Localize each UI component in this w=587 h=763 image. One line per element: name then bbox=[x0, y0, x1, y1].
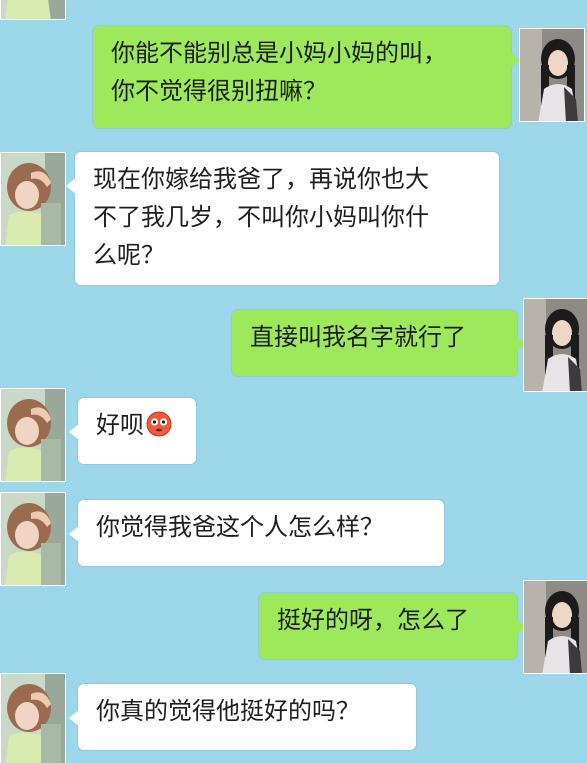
message-bubble-incoming[interactable]: 好呗 bbox=[69, 398, 196, 464]
message-bubble-outgoing[interactable]: 挺好的呀，怎么了 bbox=[259, 593, 526, 659]
message-bubble-outgoing[interactable]: 直接叫我名字就行了 bbox=[232, 310, 526, 376]
message-bubble-incoming[interactable]: 你觉得我爸这个人怎么样？ bbox=[69, 500, 444, 566]
avatar-contact[interactable] bbox=[0, 492, 66, 586]
message-bubble-incoming[interactable]: 你真的觉得他挺好的吗？ bbox=[69, 684, 416, 750]
avatar-contact[interactable] bbox=[0, 388, 66, 482]
avatar-self[interactable] bbox=[523, 298, 587, 392]
chat-conversation: 你能不能别总是小妈小妈的叫， 你不觉得很别扭嘛？ 现在你嫁给我爸了，再说你也大 … bbox=[0, 0, 587, 763]
message-text: 好呗 bbox=[96, 411, 144, 439]
message-bubble-outgoing[interactable]: 你能不能别总是小妈小妈的叫， 你不觉得很别扭嘛？ bbox=[93, 26, 520, 128]
avatar-self[interactable] bbox=[523, 580, 587, 674]
avatar-contact[interactable] bbox=[0, 673, 66, 763]
message-bubble-incoming[interactable]: 现在你嫁给我爸了，再说你也大 不了我几岁，不叫你小妈叫你什 么呢？ bbox=[66, 152, 499, 285]
avatar-contact[interactable] bbox=[0, 0, 66, 20]
avatar-contact[interactable] bbox=[0, 152, 66, 246]
avatar-self[interactable] bbox=[519, 28, 585, 122]
flushed-face-emoji-icon bbox=[146, 411, 172, 437]
